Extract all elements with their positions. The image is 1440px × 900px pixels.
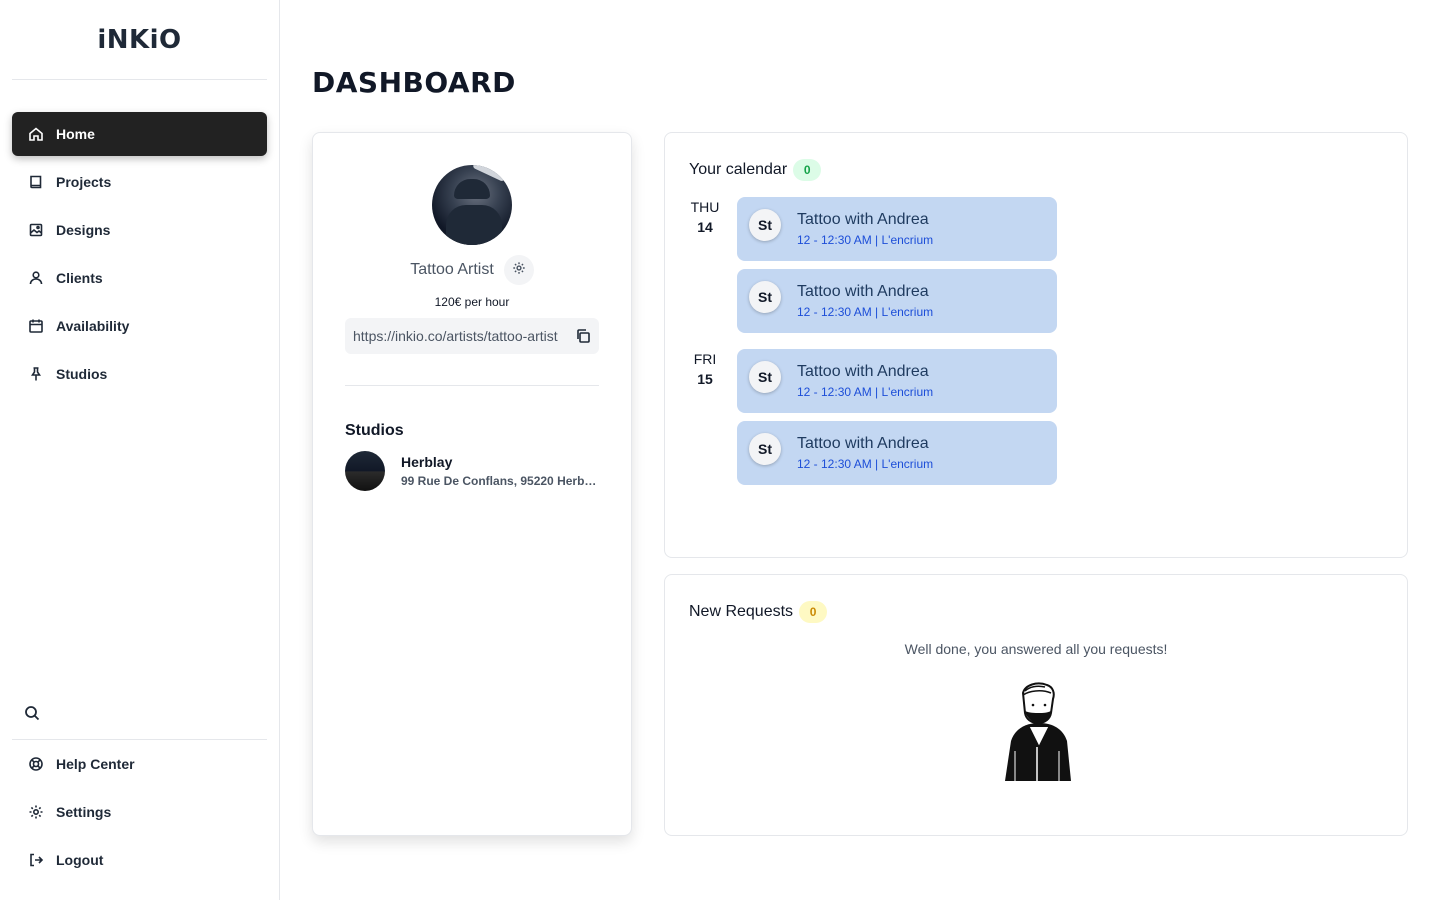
sidebar-item-label: Clients [56,270,103,286]
sidebar-item-projects[interactable]: Projects [12,160,267,204]
event-subtitle: 12 - 12:30 AM | L'encrium [797,305,934,319]
gear-icon [512,261,526,280]
main-nav: Home Projects Designs Clients Availabili… [12,112,267,400]
sidebar-item-studios[interactable]: Studios [12,352,267,396]
search-icon [24,705,40,726]
event-title: Tattoo with Andrea [797,283,929,300]
logout-icon [28,852,44,868]
day-of-week: THU [690,199,720,215]
book-icon [28,174,44,190]
sidebar-item-help-center[interactable]: Help Center [12,742,267,786]
sidebar-item-label: Projects [56,174,112,190]
day-of-week: FRI [693,351,717,367]
calendar-event[interactable]: St Tattoo with Andrea 12 - 12:30 AM | L'… [737,421,1057,485]
profile-url: https://inkio.co/artists/tattoo-artist [353,328,558,344]
image-icon [28,222,44,238]
sidebar-item-clients[interactable]: Clients [12,256,267,300]
lifebuoy-icon [28,756,44,772]
day-of-month: 14 [697,219,713,235]
event-subtitle: 12 - 12:30 AM | L'encrium [797,385,934,399]
page-title: DASHBOARD [312,66,516,99]
bottom-nav: Help Center Settings Logout [12,742,267,886]
calendar-title: Your calendar [689,161,788,178]
event-title: Tattoo with Andrea [797,363,929,380]
calendar-icon [28,318,44,334]
profile-name: Tattoo Artist [410,261,494,278]
profile-settings-button[interactable] [503,255,534,285]
day-label: FRI 15 [689,351,721,387]
profile-name-row: Tattoo Artist [313,255,631,285]
calendar-event[interactable]: St Tattoo with Andrea 12 - 12:30 AM | L'… [737,269,1057,333]
studios-title: Studios [345,422,404,439]
copy-icon[interactable] [575,328,591,344]
sidebar-item-settings[interactable]: Settings [12,790,267,834]
sidebar-item-designs[interactable]: Designs [12,208,267,252]
event-title: Tattoo with Andrea [797,211,929,228]
logo-text: iNKiO [97,24,182,55]
sidebar-item-label: Availability [56,318,130,334]
studio-item[interactable]: Herblay 99 Rue De Conflans, 95220 Herbla… [345,451,599,491]
sidebar-item-home[interactable]: Home [12,112,267,156]
studio-image [345,451,385,491]
sidebar-item-label: Settings [56,804,112,820]
event-avatar: St [749,361,781,393]
logo[interactable]: iNKiO [12,0,267,80]
calendar-card: Your calendar 0 THU 14 St Tattoo with An… [664,132,1408,558]
sidebar-item-availability[interactable]: Availability [12,304,267,348]
day-label: THU 14 [689,199,721,235]
event-avatar: St [749,209,781,241]
pin-icon [28,366,44,382]
profile-card: Tattoo Artist 120€ per hour https://inki… [312,132,632,836]
user-icon [28,270,44,286]
calendar-count-badge: 0 [793,159,822,181]
event-avatar: St [749,433,781,465]
gear-icon [28,804,44,820]
sidebar-item-label: Home [56,126,95,142]
sidebar: iNKiO Home Projects Designs Clients Avai… [0,0,280,900]
calendar-event[interactable]: St Tattoo with Andrea 12 - 12:30 AM | L'… [737,349,1057,413]
divider [345,385,599,386]
home-icon [28,126,44,142]
search-button[interactable] [12,692,267,740]
hourly-rate: 120€ per hour [434,295,510,309]
avatar [432,165,512,245]
event-title: Tattoo with Andrea [797,435,929,452]
requests-card: New Requests 0 Well done, you answered a… [664,574,1408,836]
requests-empty-message: Well done, you answered all you requests… [904,641,1168,657]
sidebar-item-label: Studios [56,366,108,382]
calendar-event[interactable]: St Tattoo with Andrea 12 - 12:30 AM | L'… [737,197,1057,261]
event-subtitle: 12 - 12:30 AM | L'encrium [797,457,934,471]
day-of-month: 15 [697,371,713,387]
sidebar-item-label: Logout [56,852,104,868]
profile-url-field[interactable]: https://inkio.co/artists/tattoo-artist [345,318,599,354]
event-avatar: St [749,281,781,313]
event-subtitle: 12 - 12:30 AM | L'encrium [797,233,934,247]
sidebar-item-label: Designs [56,222,111,238]
sidebar-item-logout[interactable]: Logout [12,838,267,882]
sidebar-item-label: Help Center [56,756,135,772]
studio-name: Herblay [401,454,453,470]
requests-count-badge: 0 [799,601,828,623]
requests-title: New Requests [689,603,794,620]
empty-state-illustration [1005,682,1071,781]
studio-address: 99 Rue De Conflans, 95220 Herblay [401,474,597,488]
